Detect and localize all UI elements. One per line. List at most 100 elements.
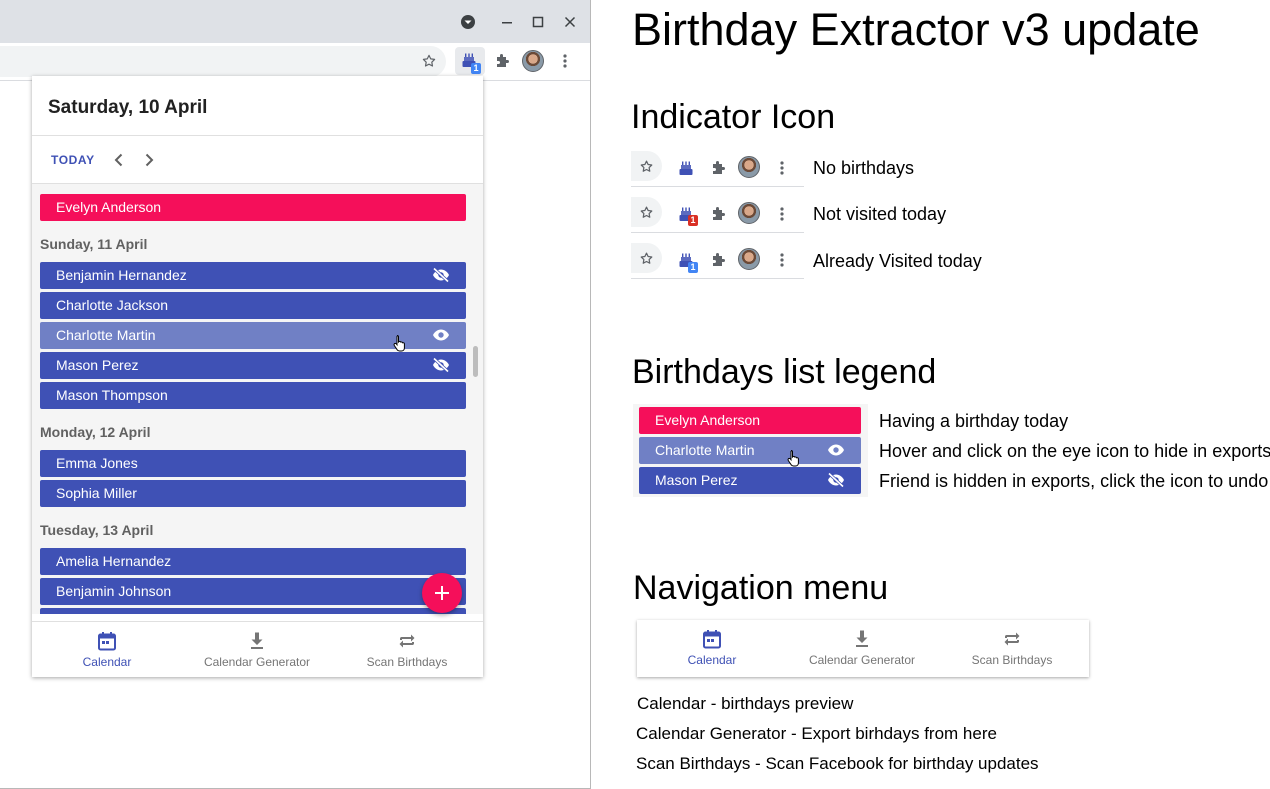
nav-label: Scan Birthdays [366, 655, 448, 669]
maximize-icon[interactable] [528, 12, 548, 32]
red-badge: 1 [688, 215, 698, 226]
indicator-label: Not visited today [813, 204, 947, 224]
nav-calendar-generator[interactable]: Calendar Generator [182, 622, 332, 677]
minimize-icon[interactable] [497, 12, 517, 32]
more-vert-icon [780, 252, 784, 268]
legend-desc: Friend is hidden in exports, click the i… [879, 471, 1269, 491]
download-icon [251, 632, 263, 649]
hand-cursor-icon [787, 449, 801, 467]
scrollbar[interactable] [473, 346, 478, 377]
plus-icon [434, 585, 450, 601]
more-vert-icon [780, 160, 784, 176]
legend-desc: Hover and click on the eye icon to hide … [879, 441, 1270, 461]
indicator-row: 1 [631, 195, 804, 233]
indicator-row [631, 149, 804, 187]
indicator-label: Already Visited today [813, 251, 982, 271]
blue-badge: 1 [688, 262, 698, 273]
friend-name: Charlotte Jackson [56, 297, 169, 313]
friend-name: Mason Thompson [56, 387, 168, 403]
friend-chip-hovered[interactable]: Charlotte Martin [40, 322, 466, 352]
repeat-icon [399, 634, 415, 648]
address-bar[interactable] [0, 46, 446, 77]
doc-title: Birthday Extractor v3 update [632, 4, 1200, 55]
nav-heading: Navigation menu [633, 569, 889, 607]
indicator-heading: Indicator Icon [631, 98, 836, 136]
download-icon [856, 630, 868, 647]
extension-popup: Saturday, 10 April TODAY Evelyn Anderson… [32, 76, 483, 677]
friend-name: Charlotte Martin [56, 327, 156, 343]
legend-preview: Evelyn Anderson Charlotte Martin Mason P… [633, 404, 868, 497]
browser-window: 1 Saturday, 10 April TODAY Evelyn Anders… [0, 0, 591, 789]
selected-date-title: Saturday, 10 April [48, 97, 208, 118]
star-icon [631, 197, 662, 227]
popup-header: Saturday, 10 April [32, 76, 483, 136]
extensions-puzzle-icon [710, 160, 726, 176]
nav-calendar-demo: Calendar [637, 620, 787, 676]
bookmark-star-icon[interactable] [416, 48, 442, 74]
profile-avatar[interactable] [522, 50, 544, 72]
friend-chip[interactable] [40, 608, 466, 614]
profile-avatar [738, 202, 760, 224]
star-icon [631, 151, 662, 181]
friend-chip[interactable]: Charlotte Jackson [40, 292, 466, 319]
indicator-row: 1 [631, 241, 804, 279]
friend-chip[interactable]: Sophia Miller [40, 480, 466, 507]
bottom-navigation: Calendar Calendar Generator Scan Birthda… [32, 621, 483, 677]
extension-button[interactable]: 1 [455, 47, 485, 75]
eye-off-icon[interactable] [432, 357, 450, 373]
nav-desc: Scan Birthdays - Scan Facebook for birth… [636, 754, 1039, 773]
nav-scan-birthdays[interactable]: Scan Birthdays [332, 622, 482, 677]
extension-badge: 1 [471, 63, 481, 74]
friend-name: Benjamin Johnson [56, 583, 172, 599]
repeat-icon [1004, 632, 1020, 646]
star-icon [631, 243, 662, 273]
extensions-puzzle-icon[interactable] [489, 48, 515, 74]
birthday-today-chip[interactable]: Evelyn Anderson [40, 194, 466, 221]
today-button[interactable]: TODAY [51, 153, 95, 167]
date-navigation: TODAY [32, 136, 483, 184]
friend-name: Mason Perez [56, 357, 139, 373]
chevron-right-icon[interactable] [142, 152, 156, 168]
extensions-puzzle-icon [710, 206, 726, 222]
eye-icon[interactable] [432, 327, 450, 343]
nav-scan-birthdays-demo: Scan Birthdays [937, 620, 1087, 676]
legend-heading: Birthdays list legend [632, 353, 937, 391]
friend-name: Sophia Miller [56, 485, 137, 501]
hand-cursor-icon [393, 334, 407, 352]
friend-chip[interactable]: Mason Perez [40, 352, 466, 379]
eye-icon [827, 442, 845, 458]
legend-hover-chip: Charlotte Martin [639, 437, 861, 467]
day-header: Monday, 12 April [40, 424, 151, 440]
legend-chip-name: Mason Perez [655, 472, 738, 488]
more-vert-icon [780, 206, 784, 222]
eye-off-icon [827, 472, 845, 488]
friend-chip[interactable]: Amelia Hernandez [40, 548, 466, 575]
day-header: Sunday, 11 April [40, 236, 148, 252]
eye-off-icon[interactable] [432, 267, 450, 283]
nav-label: Calendar [687, 653, 737, 667]
add-fab-button[interactable] [422, 573, 462, 613]
more-vert-icon[interactable] [552, 48, 578, 74]
nav-calendar-generator-demo: Calendar Generator [787, 620, 937, 676]
chevron-left-icon[interactable] [112, 152, 126, 168]
friend-name: Benjamin Hernandez [56, 267, 187, 283]
nav-calendar[interactable]: Calendar [32, 622, 182, 677]
day-header: Tuesday, 13 April [40, 522, 154, 538]
close-icon[interactable] [560, 12, 580, 32]
nav-desc: Calendar Generator - Export birhdays fro… [636, 724, 997, 743]
tab-search-icon[interactable] [458, 12, 478, 32]
legend-today-chip: Evelyn Anderson [639, 407, 861, 434]
friend-chip[interactable]: Benjamin Hernandez [40, 262, 466, 289]
legend-desc: Having a birthday today [879, 411, 1069, 431]
friend-chip[interactable]: Benjamin Johnson [40, 578, 466, 605]
profile-avatar [738, 156, 760, 178]
birthday-list[interactable]: Evelyn Anderson Sunday, 11 April Benjami… [32, 184, 483, 614]
friend-chip[interactable]: Mason Thompson [40, 382, 466, 409]
nav-label: Calendar Generator [808, 653, 916, 667]
friend-chip[interactable]: Emma Jones [40, 450, 466, 477]
nav-label: Calendar [82, 655, 132, 669]
title-bar [0, 0, 590, 43]
profile-avatar [738, 248, 760, 270]
friend-name: Amelia Hernandez [56, 553, 172, 569]
indicator-label: No birthdays [813, 158, 915, 178]
